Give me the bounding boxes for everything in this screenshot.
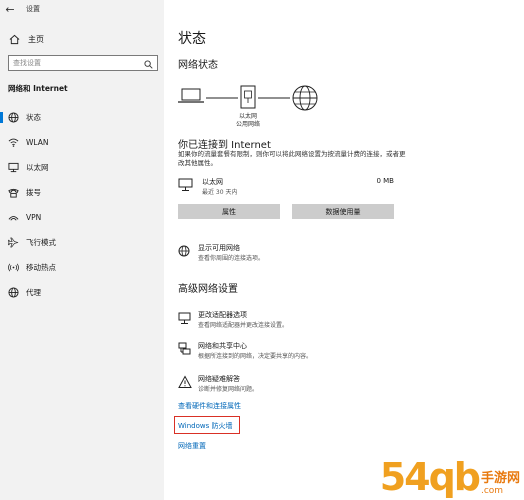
active-indicator xyxy=(0,112,3,123)
home-icon xyxy=(4,34,24,45)
ethernet-port-icon xyxy=(240,85,256,109)
search-input[interactable] xyxy=(13,59,128,67)
sidebar-item-label: 以太网 xyxy=(26,162,49,172)
sidebar-item-proxy[interactable]: 代理 xyxy=(0,282,164,302)
sidebar-item-label: 代理 xyxy=(26,287,41,297)
diagram-label-public: 公用网络 xyxy=(235,121,260,128)
sidebar-item-dialup[interactable]: 拨号 xyxy=(0,182,164,202)
connected-title: 你已连接到 Internet xyxy=(178,140,271,151)
option-title: 显示可用网络 xyxy=(198,244,240,252)
watermark-cn: 手游网 xyxy=(480,471,520,486)
advanced-heading: 高级网络设置 xyxy=(178,284,238,295)
connected-description: 如果你的流量套餐有限制，则你可以将此网络设置为按流量计费的连接，或者更改其他属性… xyxy=(178,150,406,167)
sidebar-item-label: 飞行模式 xyxy=(26,237,56,247)
ethernet-sub: 最近 30 天内 xyxy=(202,189,238,196)
sidebar-item-hotspot[interactable]: 移动热点 xyxy=(0,257,164,277)
windows-firewall-link[interactable]: Windows 防火墙 xyxy=(178,421,232,431)
watermark-logo: 54qb 手游网 .com xyxy=(380,458,520,496)
sidebar-item-label: 移动热点 xyxy=(26,262,56,272)
sharing-center-icon xyxy=(178,342,191,355)
wifi-icon xyxy=(6,135,20,149)
sidebar-item-label: 状态 xyxy=(26,112,41,122)
network-globe-icon xyxy=(178,245,190,257)
proxy-globe-icon xyxy=(6,285,20,299)
home-nav-item[interactable]: 主页 xyxy=(0,31,164,47)
home-label: 主页 xyxy=(28,34,44,44)
show-networks-option[interactable]: 显示可用网络 查看你周围的连接选项。 xyxy=(178,243,398,267)
sidebar-item-wlan[interactable]: WLAN xyxy=(0,132,164,152)
hardware-properties-link[interactable]: 查看硬件和连接属性 xyxy=(178,401,241,411)
sidebar-item-vpn[interactable]: VPN xyxy=(0,207,164,227)
vpn-icon xyxy=(6,210,20,224)
option-sub: 查看你周围的连接选项。 xyxy=(198,255,265,262)
option-title: 网络疑难解答 xyxy=(198,375,240,383)
troubleshoot-option[interactable]: 网络疑难解答 诊断并修复网络问题。 xyxy=(178,374,398,398)
option-sub: 根据所连接到的网络，决定要共享的内容。 xyxy=(198,353,313,360)
hotspot-icon xyxy=(6,260,20,274)
properties-button[interactable]: 属性 xyxy=(178,204,280,219)
option-sub: 诊断并修复网络问题。 xyxy=(198,386,259,393)
globe-icon xyxy=(6,110,20,124)
ethernet-icon xyxy=(6,160,20,174)
ethernet-monitor-icon xyxy=(178,178,193,191)
ethernet-data-size: 0 MB xyxy=(376,177,394,185)
ethernet-connection-row: 以太网 最近 30 天内 0 MB xyxy=(178,176,394,198)
network-diagram: 以太网 公用网络 xyxy=(178,83,348,131)
sidebar-item-label: WLAN xyxy=(26,137,49,147)
sharing-center-option[interactable]: 网络和共享中心 根据所连接到的网络，决定要共享的内容。 xyxy=(178,341,398,365)
internet-globe-icon xyxy=(292,85,318,111)
option-title: 网络和共享中心 xyxy=(198,342,247,350)
adapter-icon xyxy=(178,312,191,324)
network-status-heading: 网络状态 xyxy=(178,60,218,71)
section-title: 网络和 Internet xyxy=(8,84,68,93)
search-box[interactable] xyxy=(8,55,158,71)
search-icon[interactable] xyxy=(144,54,153,73)
sidebar-item-ethernet[interactable]: 以太网 xyxy=(0,157,164,177)
sidebar-item-label: VPN xyxy=(26,212,42,222)
airplane-icon xyxy=(6,235,20,249)
sidebar-item-airplane[interactable]: 飞行模式 xyxy=(0,232,164,252)
app-title: 设置 xyxy=(26,5,40,13)
watermark-main: 54qb xyxy=(379,455,481,499)
data-usage-button[interactable]: 数据使用量 xyxy=(292,204,394,219)
warning-icon xyxy=(178,375,192,388)
watermark-domain: .com xyxy=(480,486,504,496)
sidebar-item-label: 拨号 xyxy=(26,187,41,197)
sidebar-item-status[interactable]: 状态 xyxy=(0,107,164,127)
back-button[interactable]: ← xyxy=(0,0,20,18)
page-title: 状态 xyxy=(178,31,206,47)
change-adapter-option[interactable]: 更改适配器选项 查看网络适配器并更改连接设置。 xyxy=(178,310,398,334)
laptop-icon xyxy=(178,88,204,103)
main-pane: 状态 网络状态 以太网 公用网络 你已连接到 Internet 如果你的流量套餐… xyxy=(164,0,524,500)
dialup-icon xyxy=(6,185,20,199)
option-title: 更改适配器选项 xyxy=(198,311,247,319)
title-bar: ← 设置 xyxy=(0,0,164,18)
option-sub: 查看网络适配器并更改连接设置。 xyxy=(198,322,289,329)
sidebar: ← 设置 主页 网络和 Internet 状态 WLAN 以太网 xyxy=(0,0,164,500)
network-reset-link[interactable]: 网络重置 xyxy=(178,441,206,451)
ethernet-name: 以太网 xyxy=(202,178,223,186)
